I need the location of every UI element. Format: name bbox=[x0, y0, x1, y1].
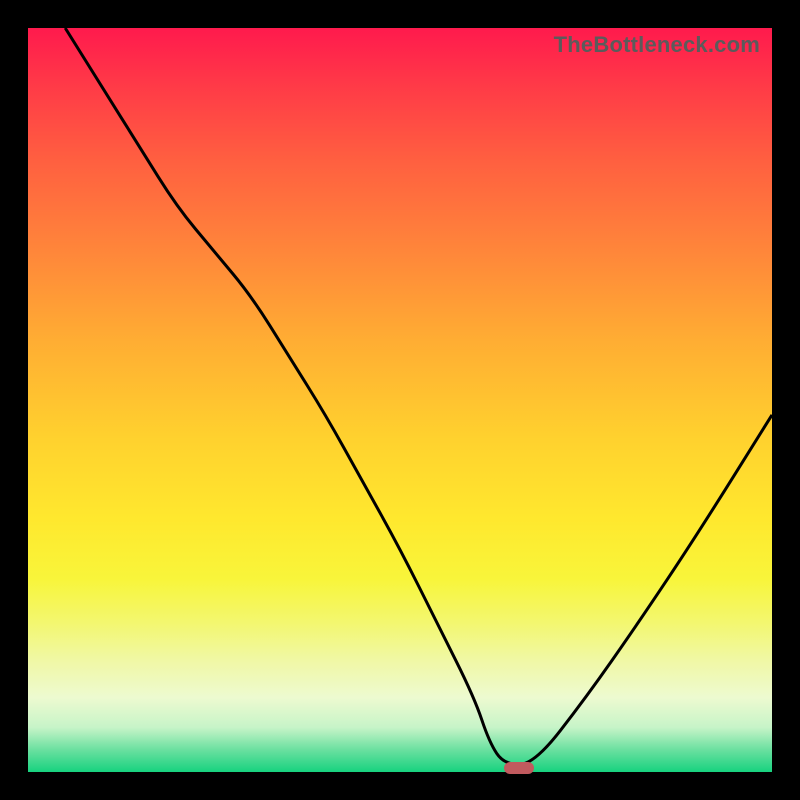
plot-area: TheBottleneck.com bbox=[28, 28, 772, 772]
watermark-text: TheBottleneck.com bbox=[554, 32, 760, 58]
min-marker bbox=[504, 762, 534, 774]
curve-path bbox=[65, 28, 772, 765]
bottleneck-curve bbox=[28, 28, 772, 772]
chart-frame: TheBottleneck.com bbox=[0, 0, 800, 800]
